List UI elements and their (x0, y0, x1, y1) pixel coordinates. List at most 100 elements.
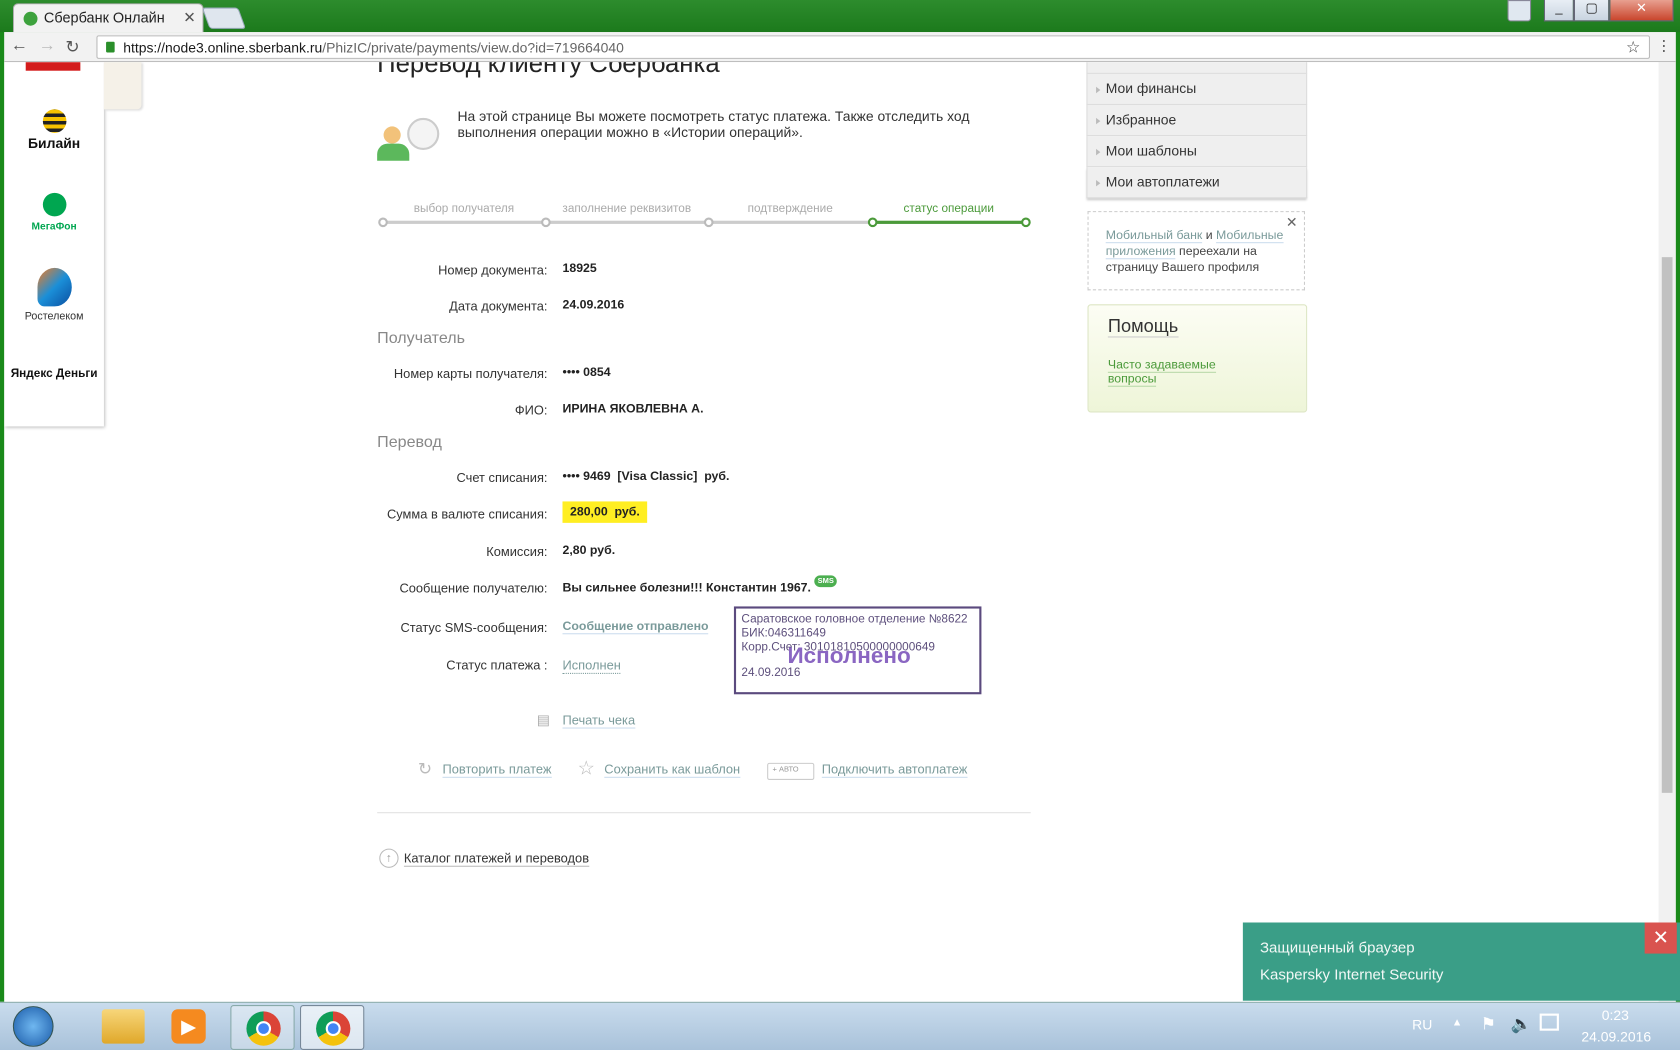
tab-strip: Сбербанк Онлайн ✕ _ ▢ ✕ (0, 0, 1680, 33)
provider-yandex-money[interactable]: Яндекс Деньги (4, 368, 104, 381)
close-notification-button[interactable]: ✕ (1644, 922, 1677, 954)
doc-date-value: 24.09.2016 (562, 298, 625, 312)
start-button[interactable] (12, 1006, 54, 1047)
step-dot (541, 217, 551, 228)
provider-logo-partial[interactable] (25, 62, 81, 71)
scrollbar-thumb[interactable] (1661, 257, 1673, 793)
repeat-icon: ↻ (417, 760, 433, 779)
lock-icon (106, 41, 115, 53)
clock-date[interactable]: 24.09.2016 (1581, 1029, 1651, 1045)
tab-sberbank[interactable]: Сбербанк Онлайн ✕ (12, 3, 204, 33)
step-label: подтверждение (747, 202, 833, 216)
kaspersky-notification: Защищенный браузер Kaspersky Internet Se… (1242, 922, 1680, 1001)
maximize-button[interactable]: ▢ (1573, 0, 1610, 22)
rostelecom-logo-icon (36, 267, 72, 307)
beeline-logo-icon (42, 109, 66, 133)
menu-item-templates[interactable]: Мои шаблоны (1086, 136, 1308, 168)
providers-panel: Билайн МегаФон Ростелеком Яндекс Деньги (4, 62, 104, 427)
close-tab-icon[interactable]: ✕ (183, 9, 196, 27)
step-label: выбор получателя (413, 202, 515, 216)
printer-icon: ▤ (536, 711, 550, 728)
step-dot (378, 217, 388, 228)
repeat-payment-link[interactable]: Повторить платеж (442, 762, 552, 778)
mobile-bank-link[interactable]: Мобильный банк (1106, 229, 1203, 244)
megafon-logo-icon (42, 192, 66, 217)
faq-link[interactable]: Часто задаваемые вопросы (1107, 358, 1216, 387)
close-icon[interactable]: ✕ (1286, 214, 1298, 230)
kaspersky-product: Kaspersky Internet Security (1260, 965, 1444, 983)
amount-label: Сумма в валюте списания: (386, 506, 548, 522)
bank-stamp: Саратовское головное отделение №8622 БИК… (733, 606, 982, 695)
card-value: •••• 0854 (562, 366, 611, 380)
scrollbar[interactable] (1658, 62, 1676, 1002)
forward-icon[interactable]: → (39, 36, 56, 55)
page-title: Перевод клиенту Сбербанка (377, 62, 720, 79)
step-label: статус операции (903, 202, 994, 216)
menu-item-finances[interactable]: Мои финансы (1086, 73, 1308, 106)
volume-icon[interactable]: 🔈 (1511, 1014, 1532, 1035)
kaspersky-title: Защищенный браузер (1260, 938, 1415, 956)
divider (377, 812, 1031, 814)
step-connector (872, 220, 1026, 224)
reload-icon[interactable]: ↻ (65, 36, 79, 57)
explorer-icon[interactable] (101, 1009, 145, 1044)
bookmark-star-icon[interactable]: ☆ (1626, 38, 1640, 57)
taskbar-chrome-2[interactable] (300, 1005, 365, 1050)
step-label: заполнение реквизитов (562, 202, 692, 216)
clock-time[interactable]: 0:23 (1602, 1007, 1629, 1023)
sms-status-value[interactable]: Сообщение отправлено (562, 620, 709, 635)
step-connector (382, 220, 546, 224)
network-icon[interactable] (1539, 1013, 1559, 1031)
payment-status-value[interactable]: Исполнен (562, 658, 621, 674)
language-indicator[interactable]: RU (1412, 1017, 1432, 1033)
amount-value: 280,00 руб. (562, 501, 648, 523)
menu-item-favorites[interactable]: Избранное (1086, 105, 1308, 137)
provider-rostelecom[interactable]: Ростелеком (4, 267, 104, 323)
menu-item-partial[interactable] (1086, 62, 1308, 82)
sms-status-label: Статус SMS-сообщения: (400, 620, 548, 636)
provider-megafon[interactable]: МегаФон (4, 192, 104, 233)
address-bar[interactable]: https://node3.online.sberbank.ru/PhizIC/… (96, 35, 1651, 59)
card-label: Номер карты получателя: (393, 366, 548, 382)
provider-label: Билайн (28, 135, 81, 152)
catalog-link[interactable]: Каталог платежей и переводов (403, 851, 590, 867)
fee-label: Комиссия: (486, 544, 548, 560)
media-player-icon[interactable]: ▶ (171, 1009, 206, 1044)
flag-icon[interactable]: ⚑ (1481, 1014, 1496, 1035)
toolbar: ← → ↻ https://node3.online.sberbank.ru/P… (4, 32, 1676, 63)
stamp-status: Исполнено (787, 643, 911, 669)
profile-button[interactable] (1507, 0, 1532, 22)
autopayment-link[interactable]: Подключить автоплатеж (821, 762, 968, 778)
step-dot (1021, 217, 1031, 228)
taskbar: ▶ RU ▲ ⚑ 🔈 0:23 24.09.2016 (0, 1001, 1680, 1050)
provider-beeline[interactable]: Билайн (4, 109, 104, 151)
doc-number-value: 18925 (562, 262, 597, 276)
up-arrow-icon: ↑ (379, 848, 399, 868)
provider-label: Яндекс Деньги (10, 367, 98, 381)
menu-item-autopayments[interactable]: Мои автоплатежи (1086, 167, 1308, 199)
fio-value: ИРИНА ЯКОВЛЕВНА А. (562, 402, 704, 416)
fio-label: ФИО: (514, 402, 548, 418)
menu-icon[interactable]: ⋮ (1656, 36, 1671, 54)
tab-title: Сбербанк Онлайн (43, 9, 165, 26)
decor-panel (103, 62, 142, 110)
taskbar-chrome-1[interactable] (230, 1005, 295, 1050)
transfer-section-heading: Перевод (377, 432, 442, 452)
tray-expand-icon[interactable]: ▲ (1452, 1017, 1463, 1029)
close-window-button[interactable]: ✕ (1609, 0, 1674, 22)
step-connector (708, 220, 873, 224)
new-tab-button[interactable] (201, 7, 247, 29)
recipient-section-heading: Получатель (377, 328, 466, 348)
provider-label: МегаФон (31, 220, 77, 233)
print-receipt-link[interactable]: Печать чека (562, 713, 636, 729)
message-value: Вы сильнее болезни!!! Константин 1967. S… (563, 575, 838, 595)
minimize-button[interactable]: _ (1543, 0, 1574, 22)
back-icon[interactable]: ← (11, 36, 28, 55)
help-title: Помощь (1107, 316, 1179, 338)
account-label: Счет списания: (456, 470, 548, 486)
star-icon: ☆ (577, 757, 595, 779)
save-template-link[interactable]: Сохранить как шаблон (604, 762, 741, 778)
step-connector (545, 220, 709, 224)
doc-number-label: Номер документа: (438, 262, 548, 278)
auto-badge-icon: + АВТО (767, 762, 815, 781)
